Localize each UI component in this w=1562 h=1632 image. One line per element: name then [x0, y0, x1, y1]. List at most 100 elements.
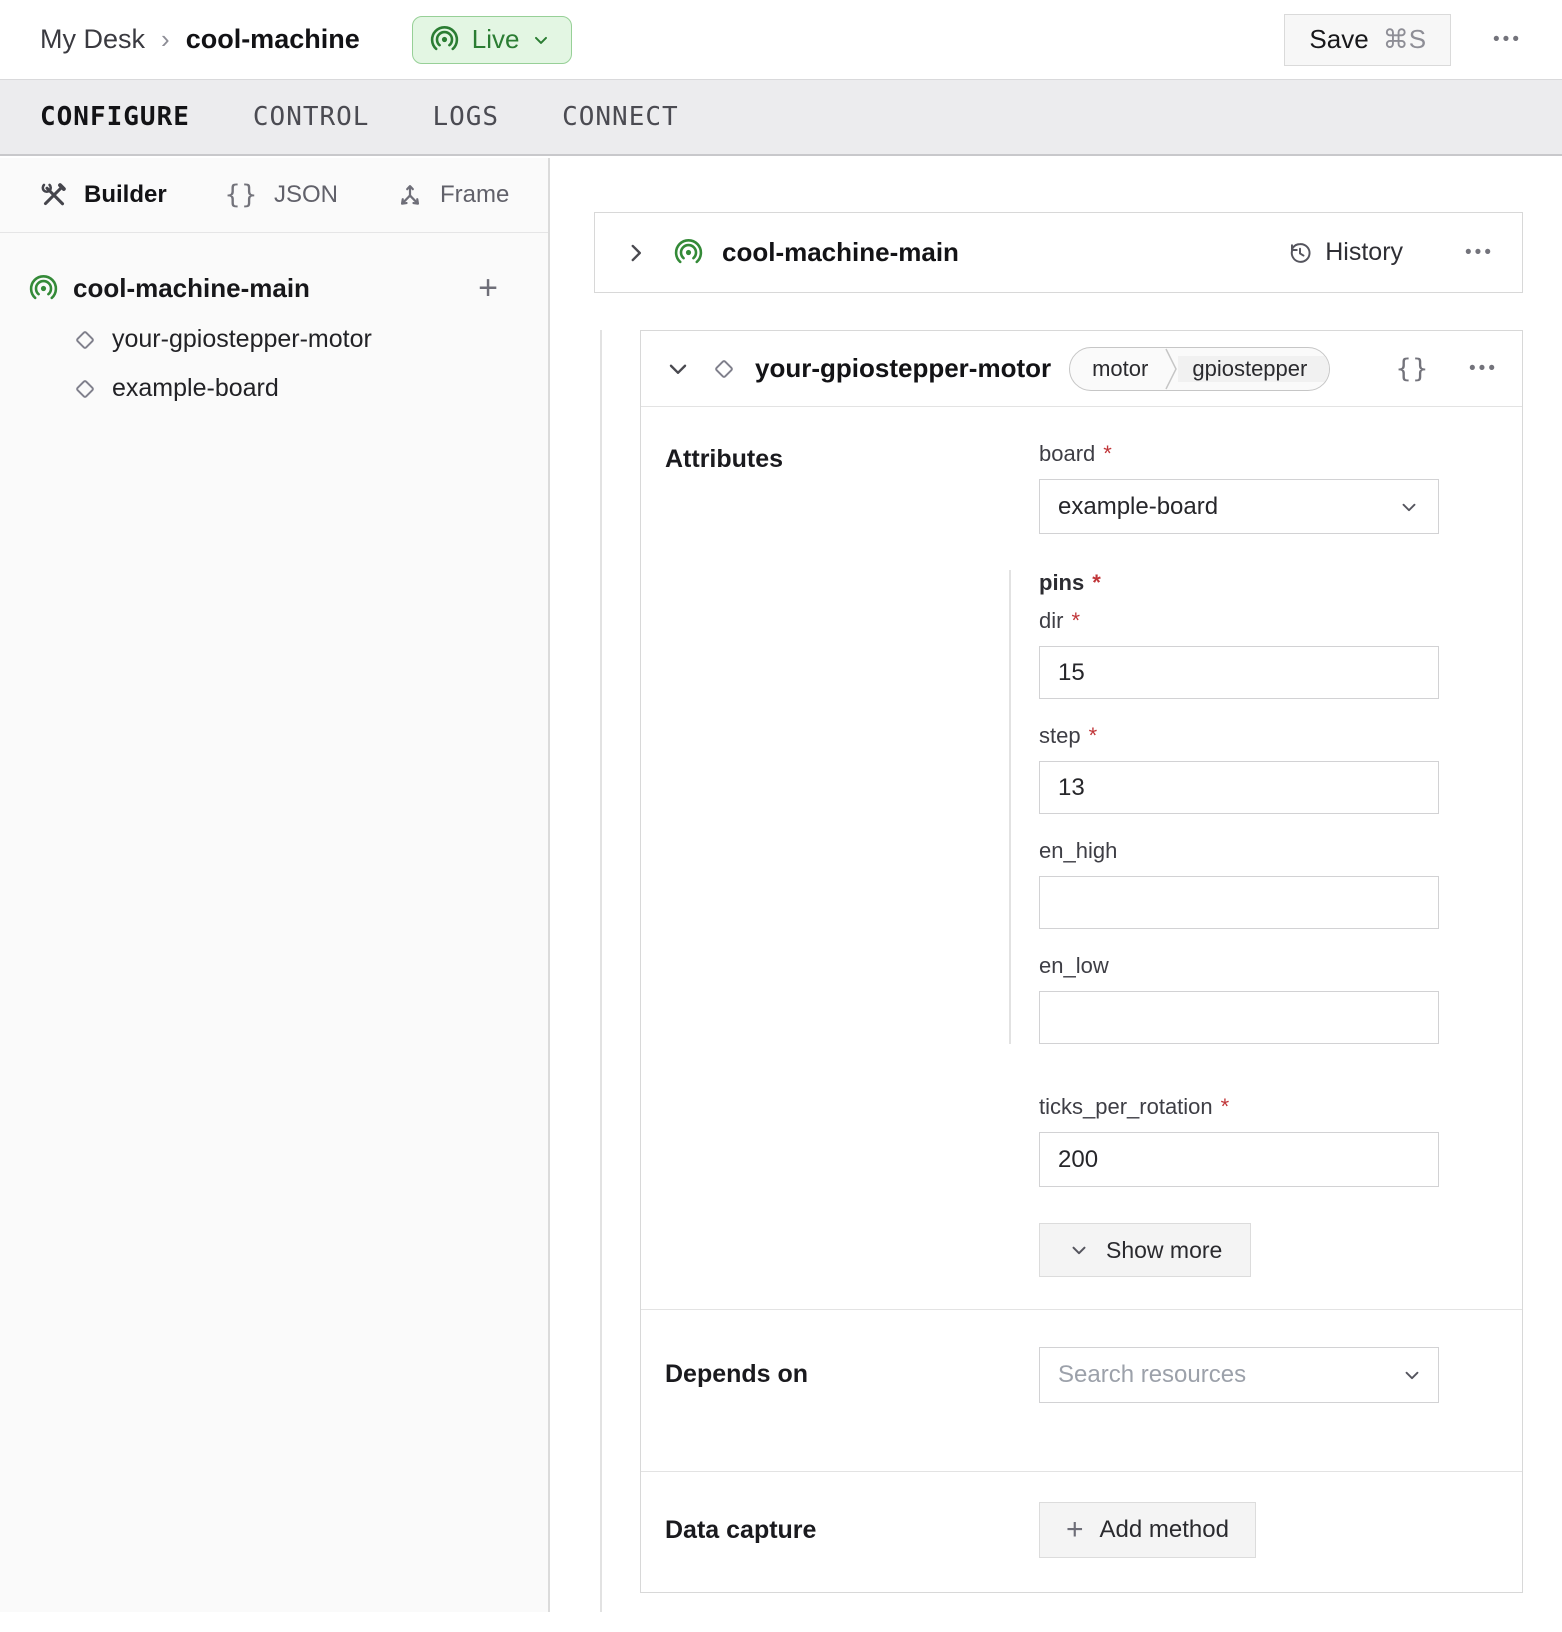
en-high-label: en_high	[1039, 838, 1439, 864]
step-input[interactable]	[1039, 761, 1439, 814]
required-marker: *	[1092, 570, 1101, 596]
depends-on-search-input[interactable]	[1039, 1347, 1439, 1403]
tree-item-machine-part[interactable]: cool-machine-main +	[28, 271, 498, 305]
ticks-per-rotation-field: ticks_per_rotation *	[1039, 1094, 1439, 1187]
component-diamond-icon	[72, 327, 98, 353]
tree-motor-label: your-gpiostepper-motor	[112, 325, 372, 354]
depends-on-heading: Depends on	[665, 1360, 1039, 1389]
component-type-chip: motor gpiostepper	[1069, 347, 1330, 391]
attributes-section: Attributes board * example-board pins	[641, 407, 1522, 1277]
required-marker: *	[1103, 441, 1112, 467]
component-overflow-menu-button[interactable]: •••	[1469, 359, 1498, 378]
chevron-down-icon	[665, 356, 691, 382]
tree-root-label: cool-machine-main	[73, 273, 310, 304]
view-json-label: JSON	[274, 181, 338, 209]
breadcrumb-parent-link[interactable]: My Desk	[40, 24, 145, 55]
view-builder-label: Builder	[84, 181, 167, 209]
save-shortcut: ⌘S	[1383, 24, 1426, 55]
add-component-button[interactable]: +	[478, 271, 498, 305]
machine-part-card: cool-machine-main History •••	[594, 212, 1523, 293]
ticks-per-rotation-label: ticks_per_rotation *	[1039, 1094, 1439, 1120]
view-json[interactable]: {} JSON	[225, 180, 338, 210]
view-frame[interactable]: Frame	[396, 181, 509, 209]
part-overflow-menu-button[interactable]: •••	[1465, 243, 1494, 262]
board-label: board *	[1039, 441, 1439, 467]
top-bar: My Desk › cool-machine Live Save ⌘S •••	[0, 0, 1562, 79]
chip-type: motor	[1070, 356, 1164, 382]
chip-divider-icon	[1164, 347, 1178, 391]
component-diamond-icon	[711, 356, 737, 382]
view-switcher: Builder {} JSON Frame	[0, 158, 548, 233]
step-field: step *	[1039, 723, 1439, 814]
resource-tree: cool-machine-main + your-gpiostepper-mot…	[0, 233, 548, 403]
edit-json-button[interactable]: {}	[1396, 354, 1429, 384]
add-method-button[interactable]: + Add method	[1039, 1502, 1256, 1558]
view-builder[interactable]: Builder	[40, 181, 167, 209]
breadcrumb-current: cool-machine	[186, 24, 360, 55]
motor-component-card: your-gpiostepper-motor motor gpiostepper…	[640, 330, 1523, 1593]
save-button[interactable]: Save ⌘S	[1284, 14, 1451, 66]
machine-overflow-menu-button[interactable]: •••	[1493, 30, 1522, 49]
expand-part-button[interactable]	[623, 240, 649, 266]
required-marker: *	[1071, 608, 1080, 634]
dir-label: dir *	[1039, 608, 1439, 634]
history-label: History	[1325, 238, 1403, 267]
config-main-panel: cool-machine-main History ••• your-gpios…	[550, 158, 1562, 1612]
part-card-title: cool-machine-main	[722, 237, 959, 268]
tab-connect[interactable]: CONNECT	[562, 102, 679, 132]
component-diamond-icon	[72, 376, 98, 402]
broadcast-icon	[28, 273, 59, 304]
attributes-heading: Attributes	[665, 441, 1039, 1277]
board-select[interactable]: example-board	[1039, 479, 1439, 534]
chevron-down-icon	[531, 30, 551, 50]
dir-field: dir *	[1039, 608, 1439, 699]
dir-input[interactable]	[1039, 646, 1439, 699]
history-button[interactable]: History	[1287, 238, 1403, 267]
data-capture-heading: Data capture	[665, 1502, 1039, 1545]
en-high-field: en_high	[1039, 838, 1439, 929]
child-components-rail	[600, 330, 602, 1612]
collapse-component-button[interactable]	[665, 356, 691, 382]
tree-item-motor[interactable]: your-gpiostepper-motor	[72, 325, 498, 354]
en-low-label: en_low	[1039, 953, 1439, 979]
required-marker: *	[1089, 723, 1098, 749]
history-icon	[1287, 240, 1313, 266]
show-more-button[interactable]: Show more	[1039, 1223, 1251, 1277]
chevron-right-icon	[623, 240, 649, 266]
save-label: Save	[1309, 24, 1368, 55]
show-more-label: Show more	[1106, 1237, 1222, 1264]
tree-item-board[interactable]: example-board	[72, 374, 498, 403]
required-marker: *	[1221, 1094, 1230, 1120]
chip-model: gpiostepper	[1178, 356, 1329, 382]
en-high-input[interactable]	[1039, 876, 1439, 929]
pins-label: pins *	[1039, 570, 1439, 596]
config-sidebar: Builder {} JSON Frame cool-machine-main …	[0, 158, 550, 1612]
ticks-per-rotation-input[interactable]	[1039, 1132, 1439, 1187]
component-title: your-gpiostepper-motor	[755, 353, 1051, 384]
depends-on-section: Depends on	[641, 1309, 1522, 1439]
component-card-header: your-gpiostepper-motor motor gpiostepper…	[641, 331, 1522, 407]
live-label: Live	[472, 24, 520, 55]
data-capture-section: Data capture + Add method	[641, 1471, 1522, 1632]
chevron-down-icon	[1068, 1239, 1090, 1261]
board-field: board * example-board	[1039, 441, 1439, 534]
step-label: step *	[1039, 723, 1439, 749]
braces-icon: {}	[225, 180, 258, 210]
board-select-value: example-board	[1058, 493, 1218, 521]
add-method-label: Add method	[1100, 1516, 1229, 1544]
tab-control[interactable]: CONTROL	[253, 102, 370, 132]
broadcast-icon	[673, 237, 704, 268]
frame-axes-icon	[396, 181, 424, 209]
broadcast-icon	[429, 24, 460, 55]
view-frame-label: Frame	[440, 181, 509, 209]
live-status-button[interactable]: Live	[412, 16, 573, 64]
en-low-input[interactable]	[1039, 991, 1439, 1044]
plus-icon: +	[1066, 1515, 1084, 1545]
tools-icon	[40, 181, 68, 209]
en-low-field: en_low	[1039, 953, 1439, 1044]
depends-on-select	[1039, 1347, 1439, 1403]
braces-icon: {}	[1396, 354, 1429, 384]
tab-logs[interactable]: LOGS	[432, 102, 499, 132]
tab-configure[interactable]: CONFIGURE	[40, 102, 190, 132]
breadcrumb: My Desk › cool-machine	[40, 24, 360, 55]
